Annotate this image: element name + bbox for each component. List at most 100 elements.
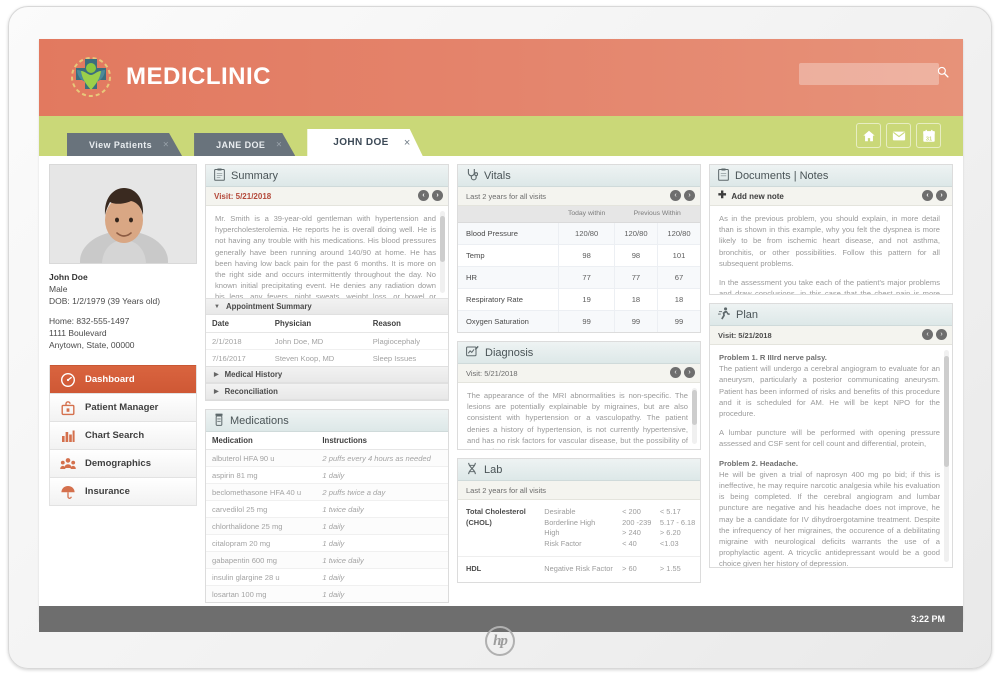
table-row[interactable]: Blood Pressure 120/80 120/80 120/80 [458,222,700,245]
diagnosis-panel: Diagnosis Visit: 5/21/2018 ‹ › The appea… [457,341,701,450]
cell-prev2: 120/80 [657,222,700,245]
tab-view-patients[interactable]: View Patients × [67,133,182,156]
documents-panel: Documents | Notes ✚ Add new note ‹ › As … [709,164,953,295]
sidebar-item-dashboard[interactable]: Dashboard [50,365,196,393]
table-row[interactable]: citalopram 20 mg 1 daily [206,534,448,552]
accordion-medical-history[interactable]: ▶ Medical History [206,366,448,383]
table-row[interactable]: losartan 100 mg 1 daily [206,585,448,602]
next-arrow-icon[interactable]: › [684,190,695,201]
cell-lab-values-a: < 200 200 -239 > 240 < 40 [618,500,656,557]
cell-instructions: 1 daily [316,466,448,484]
mail-icon[interactable] [886,123,911,148]
plan-problem-heading: Problem 2. Headache. [719,458,798,468]
medications-table: Medication Instructions albuterol HFA 90… [206,432,448,602]
table-row[interactable]: 2/1/2018 John Doe, MD Plagiocephaly [206,332,448,350]
sidebar-item-label: Demographics [85,458,151,469]
scrollbar[interactable] [944,350,949,562]
table-row[interactable]: HDL Negative Risk Factor > 60 > 1.55 [458,557,700,582]
cell-instructions: 1 daily [316,568,448,586]
column-summary: Summary Visit: 5/21/2018 ‹ › Mr. Smith i… [205,164,449,603]
brand-logo[interactable]: MEDICLINIC [67,53,271,101]
scrollbar[interactable] [440,211,445,293]
sidebar-item-patient-manager[interactable]: Patient Manager [50,393,196,421]
table-row[interactable]: albuterol HFA 90 u2 puffs every 4 hours … [206,449,448,467]
close-icon[interactable]: × [404,137,411,149]
chevron-down-icon: ▼ [214,303,220,310]
next-arrow-icon[interactable]: › [684,367,695,378]
patient-sidebar: John Doe Male DOB: 1/2/1979 (39 Years ol… [49,164,197,581]
gauge-icon [60,372,76,388]
calendar-icon[interactable]: 31 [916,123,941,148]
add-note-label: Add new note [731,191,784,201]
table-row[interactable]: Total Cholesterol (CHOL) Desirable Borde… [458,500,700,557]
cell-today: 120/80 [558,222,615,245]
home-icon[interactable] [856,123,881,148]
close-icon[interactable]: × [276,139,282,150]
column-header-instructions: Instructions [316,432,448,450]
cell-date: 2/1/2018 [206,332,269,350]
plan-problem-heading: Problem 1. R IIIrd nerve palsy. [719,353,827,362]
prev-arrow-icon[interactable]: ‹ [670,367,681,378]
documents-pager: ‹ › [922,190,947,201]
table-row[interactable]: gabapentin 600 mg 1 twice daily [206,551,448,569]
table-row[interactable]: insulin glargine 28 u1 daily [206,568,448,586]
patient-address-line2: Anytown, State, 00000 [49,340,135,350]
cell-instructions: 1 twice daily [316,551,448,569]
sidebar-item-demographics[interactable]: Demographics [50,449,196,477]
vitals-table: Today within Previous Within Blood Press… [458,206,700,332]
prev-arrow-icon[interactable]: ‹ [670,190,681,201]
add-note-bar[interactable]: ✚ Add new note ‹ › [710,187,952,206]
next-arrow-icon[interactable]: › [432,190,443,201]
cell-prev1: 77 [614,266,659,289]
prev-arrow-icon[interactable]: ‹ [418,190,429,201]
diagnosis-body: The appearance of the MRI abnormalities … [467,391,688,449]
table-header-row: Date Physician Reason [206,315,448,333]
search-icon[interactable] [937,65,949,83]
cell-prev2: 101 [657,244,700,267]
tablet-frame: MEDICLINIC View Patients × JANE DOE × JO… [8,6,992,669]
table-row[interactable]: 7/16/2017 Steven Koop, MD Sleep Issues [206,350,448,367]
cell-prev1: 98 [614,244,659,267]
stethoscope-icon [466,168,479,184]
prev-arrow-icon[interactable]: ‹ [922,190,933,201]
prev-arrow-icon[interactable]: ‹ [922,329,933,340]
accordion-appointment-summary[interactable]: ▼ Appointment Summary [206,298,448,315]
table-row[interactable]: Respiratory Rate 19 18 18 [458,288,700,311]
medications-panel: Medications Medication Instructions albu… [205,409,449,603]
table-row[interactable]: Temp 98 98 101 [458,244,700,267]
sidebar-item-insurance[interactable]: Insurance [50,477,196,505]
tab-jane-doe[interactable]: JANE DOE × [194,133,295,156]
cell-today: 99 [558,310,615,332]
pill-bottle-icon [214,413,224,429]
medical-cross-person-logo-icon [67,53,115,101]
cell-instructions: 1 daily [316,585,448,602]
documents-header: Documents | Notes [710,165,952,187]
table-row[interactable]: HR 77 77 67 [458,266,700,289]
table-row[interactable]: beclomethasone HFA 40 u2 puffs twice a d… [206,483,448,501]
lab-subtitle: Last 2 years for all visits [466,485,547,495]
next-arrow-icon[interactable]: › [936,190,947,201]
plan-panel: Plan Visit: 5/21/2018 ‹ › Problem 1. R I… [709,303,953,568]
lab-panel: Lab Last 2 years for all visits Total Ch… [457,458,701,583]
search-input[interactable] [805,68,937,80]
cell-vital-name: Respiratory Rate [458,288,560,311]
table-header-row: Medication Instructions [206,432,448,450]
table-row[interactable]: aspirin 81 mg 1 daily [206,466,448,484]
sidebar-item-chart-search[interactable]: Chart Search [50,421,196,449]
accordion-reconciliation[interactable]: ▶ Reconciliation [206,383,448,400]
close-icon[interactable]: × [163,139,169,150]
plan-pager: ‹ › [922,329,947,340]
table-row[interactable]: carvedilol 25 mg 1 twice daily [206,500,448,518]
cell-vital-name: Blood Pressure [458,222,560,245]
cell-prev1: 99 [614,310,659,332]
column-header-previous: Previous Within [614,206,700,223]
table-row[interactable]: chlorthalidone 25 mg 1 daily [206,517,448,535]
accordion-label: Medical History [224,370,283,379]
diagnosis-pager: ‹ › [670,367,695,378]
search-bar[interactable] [799,63,949,85]
scrollbar[interactable] [692,388,697,444]
panel-title: Summary [231,169,279,182]
table-row[interactable]: Oxygen Saturation 99 99 99 [458,310,700,332]
next-arrow-icon[interactable]: › [936,329,947,340]
tab-john-doe[interactable]: JOHN DOE × [307,129,422,156]
